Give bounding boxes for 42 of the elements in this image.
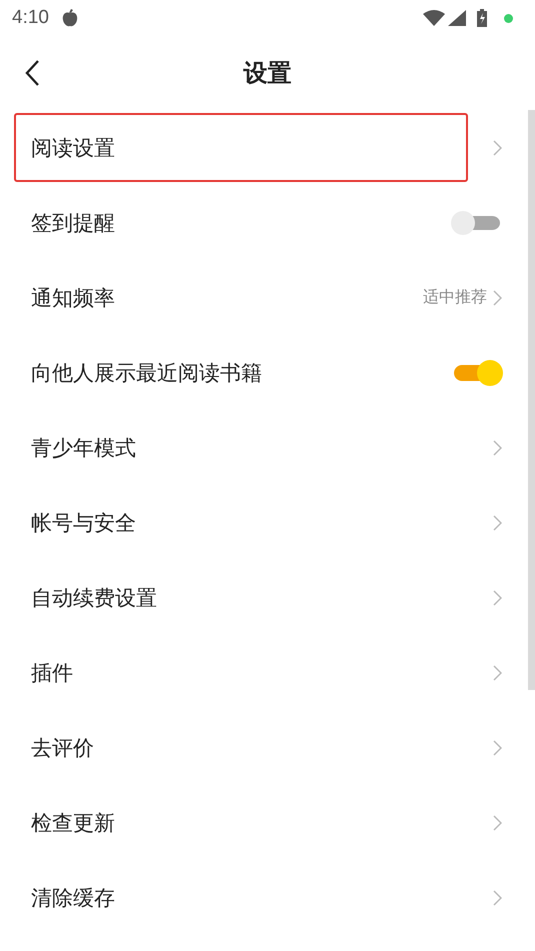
row-label: 清除缓存 (31, 884, 116, 912)
chevron-icon (493, 440, 502, 456)
settings-row[interactable]: 自动续费设置 (0, 560, 528, 635)
settings-row[interactable]: 向他人展示最近阅读书籍 (0, 335, 528, 410)
status-dot-icon (504, 14, 513, 22)
settings-row[interactable]: 检查更新 (0, 785, 528, 860)
battery-icon (477, 9, 487, 27)
toggle-switch[interactable] (450, 208, 500, 236)
settings-row[interactable]: 去评价 (0, 710, 528, 785)
chevron-icon (493, 664, 502, 680)
chevron-icon (493, 740, 502, 756)
settings-row[interactable]: 通知频率 适中推荐 (0, 260, 528, 335)
chevron-icon (493, 290, 502, 306)
chevron-icon (493, 514, 502, 530)
row-label: 青少年模式 (31, 434, 137, 462)
settings-row[interactable]: 清除缓存 (0, 860, 528, 935)
settings-row[interactable]: 签到提醒 (0, 185, 528, 260)
settings-row[interactable]: 阅读设置 (0, 110, 528, 185)
signal-icon (448, 10, 466, 26)
row-label: 插件 (31, 660, 74, 686)
row-label: 阅读设置 (31, 134, 116, 162)
row-value: 适中推荐 (423, 287, 487, 308)
row-label: 帐号与安全 (31, 510, 137, 536)
chevron-icon (493, 590, 502, 606)
page-title: 设置 (244, 58, 292, 89)
row-label: 自动续费设置 (31, 584, 158, 612)
settings-row[interactable]: 帐号与安全 (0, 485, 528, 560)
status-time: 4:10 (12, 7, 49, 29)
row-label: 向他人展示最近阅读书籍 (31, 360, 263, 386)
row-label: 检查更新 (31, 810, 116, 836)
chevron-icon (493, 814, 502, 830)
app-notification-icon (60, 8, 79, 28)
row-label: 去评价 (31, 734, 95, 762)
settings-row[interactable]: 插件 (0, 635, 528, 710)
back-icon[interactable] (24, 59, 40, 87)
toggle-switch[interactable] (454, 358, 504, 386)
wifi-icon (423, 10, 445, 26)
row-label: 通知频率 (31, 284, 116, 312)
row-label: 签到提醒 (31, 210, 116, 236)
settings-row[interactable]: 青少年模式 (0, 410, 528, 485)
chevron-icon (493, 140, 502, 156)
chevron-icon (493, 890, 502, 906)
